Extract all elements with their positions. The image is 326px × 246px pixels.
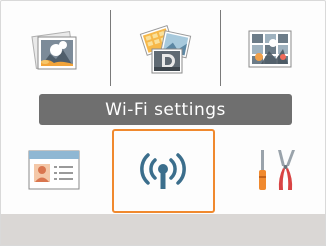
menu-item-print-index[interactable] bbox=[244, 26, 296, 72]
printer-menu-screen: Wi-Fi settings bbox=[0, 0, 326, 246]
menu-item-wifi-settings[interactable] bbox=[133, 148, 193, 194]
menu-item-print-multiple[interactable] bbox=[132, 22, 198, 78]
tools-icon bbox=[259, 150, 295, 190]
photo-stack-icon bbox=[139, 25, 192, 74]
photo-grid-icon bbox=[248, 30, 292, 68]
single-photo-icon bbox=[31, 30, 77, 70]
menu-divider bbox=[220, 10, 221, 86]
menu-item-print-single[interactable] bbox=[28, 28, 82, 72]
menu-title-bar: Wi-Fi settings bbox=[39, 94, 292, 125]
wifi-antenna-icon bbox=[140, 153, 186, 189]
menu-item-settings[interactable] bbox=[250, 146, 302, 194]
id-card-icon bbox=[28, 150, 80, 190]
menu-item-id-photo[interactable] bbox=[28, 150, 82, 192]
menu-title: Wi-Fi settings bbox=[105, 99, 226, 120]
bottom-bar bbox=[0, 214, 326, 246]
menu-divider bbox=[110, 10, 111, 86]
